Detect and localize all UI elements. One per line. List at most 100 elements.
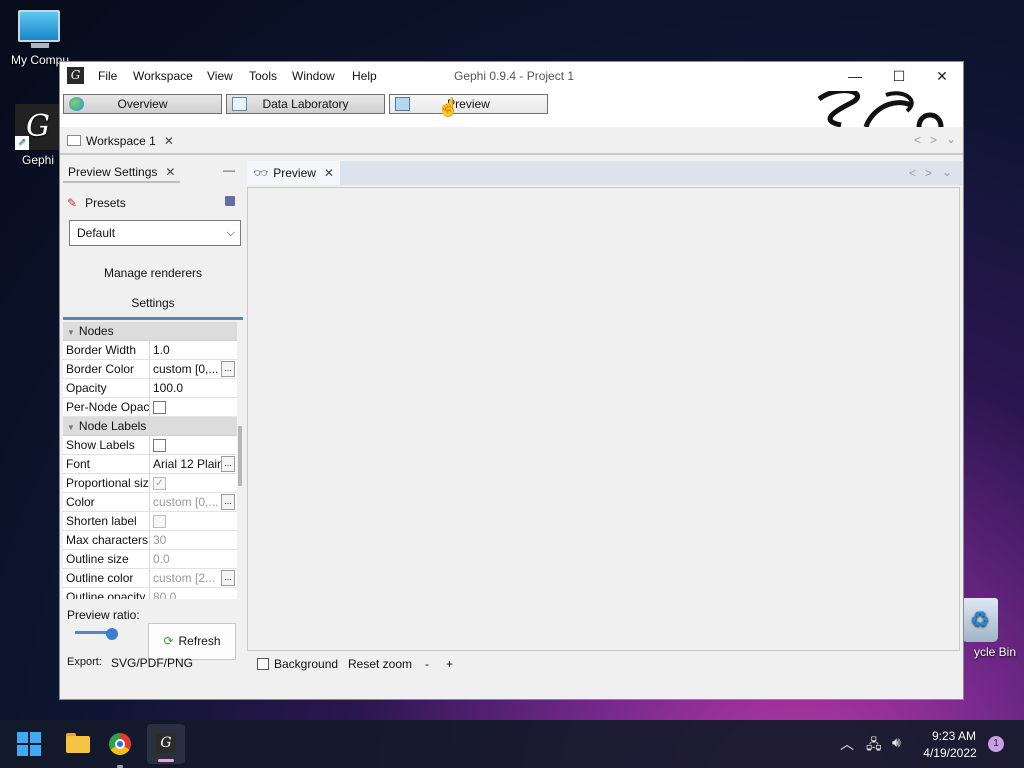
minimize-panel-icon[interactable]: — — [223, 163, 235, 177]
title-bar[interactable]: G File Workspace View Tools Window Help … — [60, 62, 963, 91]
property-row: Font Arial 12 Plain ... — [63, 455, 237, 474]
property-row: Border Width 1.0 — [63, 341, 237, 360]
chevron-left-icon[interactable]: < — [909, 166, 916, 180]
chevron-down-icon: ⌵ — [226, 227, 235, 239]
notification-badge[interactable]: 1 — [988, 736, 1004, 752]
tab-settings[interactable]: Settings — [63, 290, 243, 320]
ellipsis-button[interactable]: ... — [221, 570, 235, 586]
font-value[interactable]: Arial 12 Plain — [153, 455, 221, 473]
outline-opacity-value[interactable]: 80.0 — [153, 588, 235, 599]
close-icon[interactable]: ✕ — [164, 134, 174, 148]
perspective-preview-button[interactable]: Preview — [389, 94, 548, 114]
chevron-up-icon[interactable]: ︿ — [840, 734, 854, 754]
property-row: Outline color custom [2... ... — [63, 569, 237, 588]
taskbar: G ︿ 🖧︎ 🔊︎ 9:23 AM 4/19/2022 1 — [0, 720, 1024, 768]
outline-color-value[interactable]: custom [2... — [153, 569, 219, 587]
gephi-logo-icon: G — [156, 733, 176, 753]
property-row: Per-Node Opac — [63, 398, 237, 417]
reset-zoom-button[interactable]: Reset zoom — [348, 651, 412, 677]
category-nodes[interactable]: ▼ Nodes — [63, 322, 237, 341]
preview-panel: 👓︎ Preview ✕ < > ⌄ Background Reset zoom -… — [247, 161, 962, 677]
property-sheet: ▼ Nodes Border Width 1.0 Border Color cus… — [63, 322, 237, 599]
maximize-button[interactable]: ☐ — [877, 62, 921, 91]
category-node-labels[interactable]: ▼ Node Labels — [63, 417, 237, 436]
per-node-opacity-checkbox[interactable] — [153, 401, 166, 414]
file-explorer-button[interactable] — [62, 728, 94, 760]
menu-window[interactable]: Window — [292, 69, 335, 83]
zoom-out-button[interactable]: - — [425, 651, 429, 677]
chevron-down-icon[interactable]: ⌄ — [942, 165, 952, 179]
proportional-size-checkbox[interactable]: ✓ — [153, 477, 166, 490]
refresh-button[interactable]: ⟳ Refresh — [148, 623, 236, 660]
tab-workspace-1[interactable]: Workspace 1 ✕ — [63, 129, 180, 153]
chevron-right-icon[interactable]: > — [925, 166, 932, 180]
property-row: Proportional siz ✓ — [63, 474, 237, 493]
gephi-logo-icon: G ↗ — [15, 104, 61, 150]
save-icon[interactable] — [225, 196, 235, 206]
property-row: Shorten label — [63, 512, 237, 531]
ellipsis-button[interactable]: ... — [221, 456, 235, 472]
preview-settings-panel: Preview Settings ✕ — ✎ Presets Default ⌵ M… — [63, 161, 243, 677]
menu-workspace[interactable]: Workspace — [133, 69, 193, 83]
start-button[interactable] — [17, 732, 41, 756]
preview-canvas[interactable] — [247, 187, 960, 651]
zoom-in-button[interactable]: + — [446, 651, 453, 677]
menu-view[interactable]: View — [207, 69, 233, 83]
chrome-button[interactable] — [104, 728, 136, 768]
perspective-data-laboratory-button[interactable]: Data Laboratory — [226, 94, 385, 114]
scrollbar-thumb[interactable] — [238, 426, 242, 486]
opacity-value[interactable]: 100.0 — [153, 379, 235, 397]
minimize-button[interactable]: — — [833, 62, 877, 91]
shorten-label-checkbox[interactable] — [153, 515, 166, 528]
window-title: Gephi 0.9.4 - Project 1 — [454, 69, 575, 83]
collapse-icon: ▼ — [67, 328, 75, 337]
label-color-value[interactable]: custom [0,... — [153, 493, 219, 511]
chevron-left-icon[interactable]: < — [914, 133, 921, 147]
network-icon[interactable]: 🖧︎ — [866, 734, 882, 758]
pencil-icon: ✎ — [67, 196, 78, 210]
export-formats-button[interactable]: SVG/PDF/PNG — [111, 656, 193, 670]
border-width-value[interactable]: 1.0 — [153, 341, 235, 359]
tab-preview-settings[interactable]: Preview Settings ✕ — [63, 161, 181, 183]
preview-ratio-slider-handle[interactable] — [106, 628, 118, 640]
close-icon[interactable]: ✕ — [324, 166, 334, 180]
background-checkbox[interactable] — [257, 658, 269, 670]
desktop-icon-my-computer[interactable]: My Compu — [2, 10, 78, 67]
perspective-overview-button[interactable]: Overview — [63, 94, 222, 114]
preview-ratio-label: Preview ratio: — [67, 608, 140, 622]
preview-toolbar: Background Reset zoom - + — [247, 651, 962, 677]
gephi-window: G File Workspace View Tools Window Help … — [59, 61, 964, 700]
clock-date[interactable]: 4/19/2022 — [920, 746, 980, 760]
workspace-icon — [67, 135, 81, 146]
ellipsis-button[interactable]: ... — [221, 494, 235, 510]
chevron-down-icon[interactable]: ⌄ — [946, 132, 956, 146]
hand-cursor-icon: ☝ — [437, 97, 460, 117]
clock-time[interactable]: 9:23 AM — [928, 729, 980, 743]
property-row: Opacity 100.0 — [63, 379, 237, 398]
chevron-right-icon[interactable]: > — [930, 133, 937, 147]
background-label: Background — [274, 657, 339, 671]
checkmark-icon: ✓ — [155, 478, 164, 489]
border-color-value[interactable]: custom [0,... — [153, 360, 219, 378]
outline-size-value[interactable]: 0.0 — [153, 550, 235, 568]
menu-help[interactable]: Help — [352, 69, 377, 83]
show-labels-checkbox[interactable] — [153, 439, 166, 452]
volume-icon[interactable]: 🔊︎ — [892, 734, 901, 751]
manage-renderers-button[interactable]: Manage renderers — [63, 266, 243, 280]
menu-tools[interactable]: Tools — [249, 69, 277, 83]
recycle-bin-icon: ♻ — [962, 598, 998, 642]
ellipsis-button[interactable]: ... — [221, 361, 235, 377]
scrollbar[interactable] — [237, 322, 243, 599]
max-characters-value[interactable]: 30 — [153, 531, 235, 549]
close-button[interactable]: ✕ — [920, 62, 964, 91]
workspace-tab-bar: Workspace 1 ✕ < > ⌄ — [60, 127, 963, 155]
tab-preview[interactable]: 👓︎ Preview ✕ — [247, 161, 340, 185]
menu-file[interactable]: File — [98, 69, 117, 83]
close-icon[interactable]: ✕ — [165, 165, 175, 179]
collapse-icon: ▼ — [67, 423, 75, 432]
preview-tab-bar: 👓︎ Preview ✕ < > ⌄ — [247, 161, 962, 185]
gephi-brand-logo — [811, 91, 951, 127]
gephi-taskbar-button[interactable]: G — [147, 724, 185, 764]
refresh-icon: ⟳ — [163, 634, 174, 648]
preset-select[interactable]: Default ⌵ — [69, 220, 241, 246]
